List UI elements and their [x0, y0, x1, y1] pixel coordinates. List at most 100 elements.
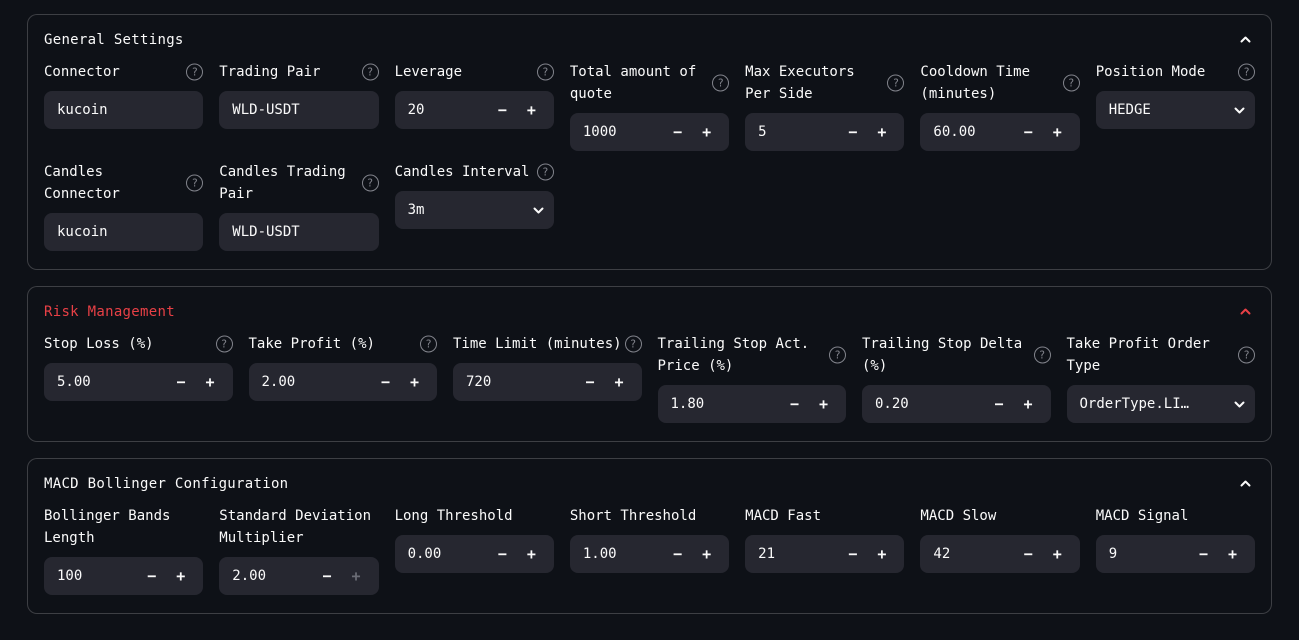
field-value: HEDGE	[1109, 102, 1232, 118]
field-value: 2.00	[262, 374, 372, 390]
number-input-macd-signal[interactable]: 9−+	[1096, 535, 1255, 573]
text-input-candles-trading-pair[interactable]: WLD-USDT	[219, 213, 378, 251]
field-label: Time Limit (minutes)	[453, 333, 624, 355]
increment-button[interactable]: +	[692, 536, 721, 572]
decrement-button[interactable]: −	[313, 558, 342, 594]
field-row: Bollinger Bands Length 100−+ Standard De…	[44, 505, 1255, 595]
field-value: 0.20	[875, 396, 985, 412]
number-input-total-amount-of-quote[interactable]: 1000−+	[570, 113, 729, 151]
collapse-section-button[interactable]	[1236, 30, 1255, 49]
number-input-cooldown-time-minutes[interactable]: 60.00−+	[920, 113, 1079, 151]
field-value: 5.00	[57, 374, 167, 390]
number-input-take-profit[interactable]: 2.00−+	[249, 363, 438, 401]
decrement-button[interactable]: −	[1189, 536, 1218, 572]
help-icon[interactable]: ?	[1238, 64, 1255, 81]
number-input-long-threshold[interactable]: 0.00−+	[395, 535, 554, 573]
field-label-row: Trading Pair ?	[219, 61, 378, 83]
increment-button[interactable]: +	[196, 364, 225, 400]
section-fields: Connector ? kucoin Trading Pair ? WLD-US…	[44, 61, 1255, 251]
decrement-button[interactable]: −	[663, 536, 692, 572]
select-candles-interval[interactable]: 3m	[395, 191, 554, 229]
decrement-button[interactable]: −	[838, 536, 867, 572]
help-icon[interactable]: ?	[186, 175, 203, 192]
number-input-macd-fast[interactable]: 21−+	[745, 535, 904, 573]
increment-button[interactable]: +	[166, 558, 195, 594]
number-input-trailing-stop-act-price[interactable]: 1.80−+	[658, 385, 847, 423]
increment-button[interactable]: +	[809, 386, 838, 422]
decrement-button[interactable]: −	[167, 364, 196, 400]
help-icon[interactable]: ?	[1063, 75, 1080, 92]
increment-button[interactable]: +	[1014, 386, 1043, 422]
help-icon[interactable]: ?	[829, 347, 846, 364]
stepper-buttons: −+	[371, 364, 429, 400]
number-input-trailing-stop-delta[interactable]: 0.20−+	[862, 385, 1051, 423]
field-value: kucoin	[57, 102, 195, 118]
increment-button[interactable]: +	[605, 364, 634, 400]
help-icon[interactable]: ?	[1034, 347, 1051, 364]
help-icon[interactable]: ?	[186, 64, 203, 81]
decrement-button[interactable]: −	[1014, 536, 1043, 572]
decrement-button[interactable]: −	[576, 364, 605, 400]
field-label-row: MACD Slow	[920, 505, 1079, 527]
help-icon[interactable]: ?	[362, 64, 379, 81]
chevron-down-icon	[1232, 103, 1247, 118]
stepper-buttons: −+	[488, 92, 546, 128]
increment-button[interactable]: +	[1043, 114, 1072, 150]
field-label-row: Standard Deviation Multiplier	[219, 505, 378, 549]
increment-button[interactable]: +	[517, 536, 546, 572]
section-macd-bollinger-configuration: MACD Bollinger Configuration Bollinger B…	[27, 458, 1272, 614]
number-input-time-limit-minutes[interactable]: 720−+	[453, 363, 642, 401]
field-label-row: Max Executors Per Side ?	[745, 61, 904, 105]
help-icon[interactable]: ?	[537, 64, 554, 81]
increment-button[interactable]: +	[517, 92, 546, 128]
decrement-button[interactable]: −	[371, 364, 400, 400]
number-input-short-threshold[interactable]: 1.00−+	[570, 535, 729, 573]
help-icon[interactable]: ?	[625, 336, 642, 353]
increment-button[interactable]: +	[400, 364, 429, 400]
increment-button[interactable]: +	[867, 114, 896, 150]
field-value: 0.00	[408, 546, 488, 562]
help-icon[interactable]: ?	[712, 75, 729, 92]
number-input-leverage[interactable]: 20−+	[395, 91, 554, 129]
field-value: 9	[1109, 546, 1189, 562]
help-icon[interactable]: ?	[1238, 347, 1255, 364]
select-take-profit-order-type[interactable]: OrderType.LI…	[1067, 385, 1256, 423]
decrement-button[interactable]: −	[488, 92, 517, 128]
text-input-trading-pair[interactable]: WLD-USDT	[219, 91, 378, 129]
increment-button[interactable]: +	[867, 536, 896, 572]
select-position-mode[interactable]: HEDGE	[1096, 91, 1255, 129]
help-icon[interactable]: ?	[362, 175, 379, 192]
decrement-button[interactable]: −	[663, 114, 692, 150]
field-stop-loss: Stop Loss (%) ? 5.00−+	[44, 333, 233, 423]
help-icon[interactable]: ?	[420, 336, 437, 353]
collapse-section-button[interactable]	[1236, 474, 1255, 493]
number-input-bollinger-bands-length[interactable]: 100−+	[44, 557, 203, 595]
help-icon[interactable]: ?	[216, 336, 233, 353]
increment-button[interactable]: +	[1218, 536, 1247, 572]
collapse-section-button[interactable]	[1236, 302, 1255, 321]
increment-button[interactable]: +	[692, 114, 721, 150]
decrement-button[interactable]: −	[488, 536, 517, 572]
help-icon[interactable]: ?	[887, 75, 904, 92]
decrement-button[interactable]: −	[780, 386, 809, 422]
number-input-standard-deviation-multiplier[interactable]: 2.00−+	[219, 557, 378, 595]
decrement-button[interactable]: −	[838, 114, 867, 150]
text-input-connector[interactable]: kucoin	[44, 91, 203, 129]
number-input-macd-slow[interactable]: 42−+	[920, 535, 1079, 573]
number-input-stop-loss[interactable]: 5.00−+	[44, 363, 233, 401]
help-icon[interactable]: ?	[537, 164, 554, 181]
field-value: 1.00	[583, 546, 663, 562]
field-label: Take Profit Order Type	[1067, 333, 1238, 377]
number-input-max-executors-per-side[interactable]: 5−+	[745, 113, 904, 151]
field-value: 2.00	[232, 568, 312, 584]
increment-button[interactable]: +	[1043, 536, 1072, 572]
decrement-button[interactable]: −	[1014, 114, 1043, 150]
section-title: General Settings	[44, 32, 184, 48]
stepper-buttons: −+	[488, 536, 546, 572]
chevron-down-icon	[531, 203, 546, 218]
decrement-button[interactable]: −	[137, 558, 166, 594]
decrement-button[interactable]: −	[985, 386, 1014, 422]
text-input-candles-connector[interactable]: kucoin	[44, 213, 203, 251]
field-value: kucoin	[57, 224, 195, 240]
field-label: Take Profit (%)	[249, 333, 420, 355]
